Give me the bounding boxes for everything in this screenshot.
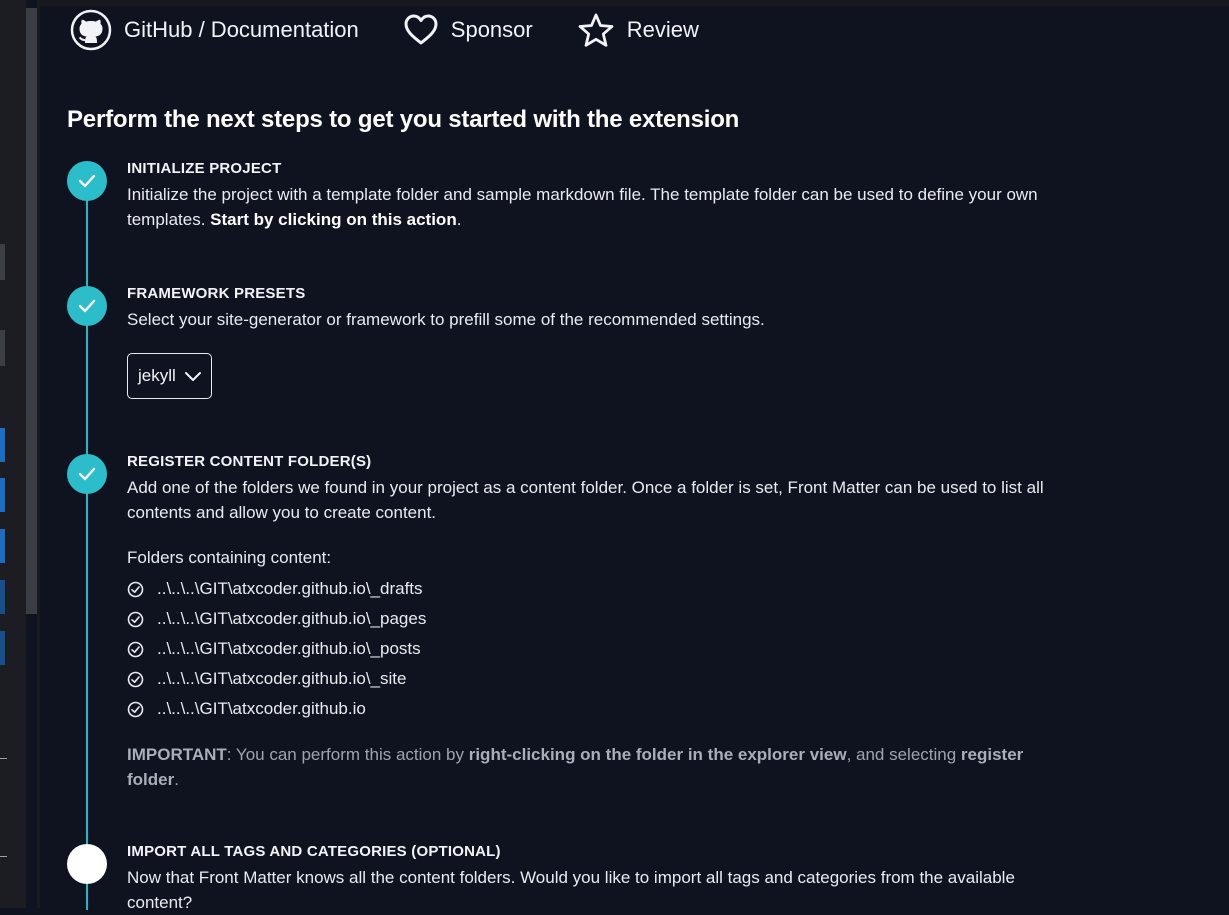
check-circle-icon <box>127 641 144 657</box>
step-title: FRAMEWORK PRESETS <box>127 285 306 302</box>
step-description-bold: Start by clicking on this action <box>210 210 457 229</box>
sponsor-label: Sponsor <box>450 17 533 42</box>
important-text: : You can perform this action by <box>226 745 469 764</box>
framework-select-value: jekyll <box>138 366 176 385</box>
step-title: IMPORT ALL TAGS AND CATEGORIES (OPTIONAL… <box>127 843 501 860</box>
step-description: Select your site-generator or framework … <box>127 310 765 329</box>
star-icon <box>578 13 614 47</box>
check-icon <box>78 467 96 481</box>
step-title: REGISTER CONTENT FOLDER(S) <box>127 453 372 470</box>
important-note: IMPORTANT: You can perform this action b… <box>127 742 1027 792</box>
folder-item[interactable]: ..\..\..\GIT\atxcoder.github.io\_posts <box>127 634 426 664</box>
step-4-status-icon <box>67 844 107 884</box>
scrollbar-thumb[interactable] <box>26 8 37 614</box>
editor-side-strip <box>0 0 26 908</box>
check-circle-icon <box>127 701 144 717</box>
step-import-tags-categories[interactable]: IMPORT ALL TAGS AND CATEGORIES (OPTIONAL… <box>127 843 1057 915</box>
step-title: INITIALIZE PROJECT <box>127 160 282 177</box>
folder-path: ..\..\..\GIT\atxcoder.github.io\_posts <box>157 639 421 658</box>
folder-item[interactable]: ..\..\..\GIT\atxcoder.github.io\_site <box>127 664 426 694</box>
framework-select[interactable]: jekyll <box>127 353 212 399</box>
step-initialize-project[interactable]: INITIALIZE PROJECT Initialize the projec… <box>127 160 1057 232</box>
welcome-panel: GitHub / Documentation Sponsor Review Pe… <box>40 6 1229 912</box>
github-label: GitHub / Documentation <box>124 17 359 42</box>
strip-marker <box>0 244 5 280</box>
important-label: IMPORTANT <box>127 745 227 764</box>
check-circle-icon <box>127 581 144 597</box>
step-description-end: . <box>456 210 462 229</box>
strip-dash <box>0 758 7 759</box>
page-title: Perform the next steps to get you starte… <box>67 106 740 133</box>
step-description: Initialize the project with a template f… <box>127 182 1057 232</box>
check-circle-icon <box>127 611 144 627</box>
github-link[interactable]: GitHub / Documentation <box>70 9 359 51</box>
strip-marker <box>0 580 5 614</box>
step-2-status-icon <box>67 286 107 326</box>
check-icon <box>78 174 96 188</box>
important-end: . <box>174 770 179 789</box>
check-circle-icon <box>127 671 144 687</box>
chevron-down-icon <box>184 372 201 381</box>
step-1-status-icon <box>67 161 107 201</box>
step-register-content-folders: REGISTER CONTENT FOLDER(S) Add one of th… <box>127 453 1057 525</box>
strip-marker <box>0 529 5 563</box>
step-framework-presets: FRAMEWORK PRESETS Select your site-gener… <box>127 285 1057 332</box>
strip-marker <box>0 428 5 462</box>
folder-path: ..\..\..\GIT\atxcoder.github.io\_drafts <box>157 579 423 598</box>
folders-label: Folders containing content: <box>127 548 332 567</box>
important-text: , and selecting <box>846 745 961 764</box>
folder-path: ..\..\..\GIT\atxcoder.github.io\_pages <box>157 609 427 628</box>
strip-marker <box>0 631 5 665</box>
step-3-status-icon <box>67 454 107 494</box>
github-icon <box>70 9 112 51</box>
folder-list: ..\..\..\GIT\atxcoder.github.io\_drafts … <box>127 574 426 724</box>
folder-item[interactable]: ..\..\..\GIT\atxcoder.github.io\_pages <box>127 604 426 634</box>
header-links: GitHub / Documentation Sponsor Review <box>70 8 743 52</box>
folder-item[interactable]: ..\..\..\GIT\atxcoder.github.io\_drafts <box>127 574 426 604</box>
review-label: Review <box>626 17 699 42</box>
heart-icon <box>404 14 438 45</box>
sponsor-link[interactable]: Sponsor <box>403 13 533 47</box>
step-description: Add one of the folders we found in your … <box>127 478 1044 522</box>
folder-path: ..\..\..\GIT\atxcoder.github.io\_site <box>157 669 407 688</box>
review-link[interactable]: Review <box>577 12 699 48</box>
important-bold: right-clicking on the folder in the expl… <box>468 745 847 764</box>
strip-dash <box>0 856 7 857</box>
folder-item[interactable]: ..\..\..\GIT\atxcoder.github.io <box>127 694 426 724</box>
check-icon <box>78 299 96 313</box>
strip-marker <box>0 330 5 366</box>
folder-path: ..\..\..\GIT\atxcoder.github.io <box>157 699 366 718</box>
strip-marker <box>0 478 5 512</box>
